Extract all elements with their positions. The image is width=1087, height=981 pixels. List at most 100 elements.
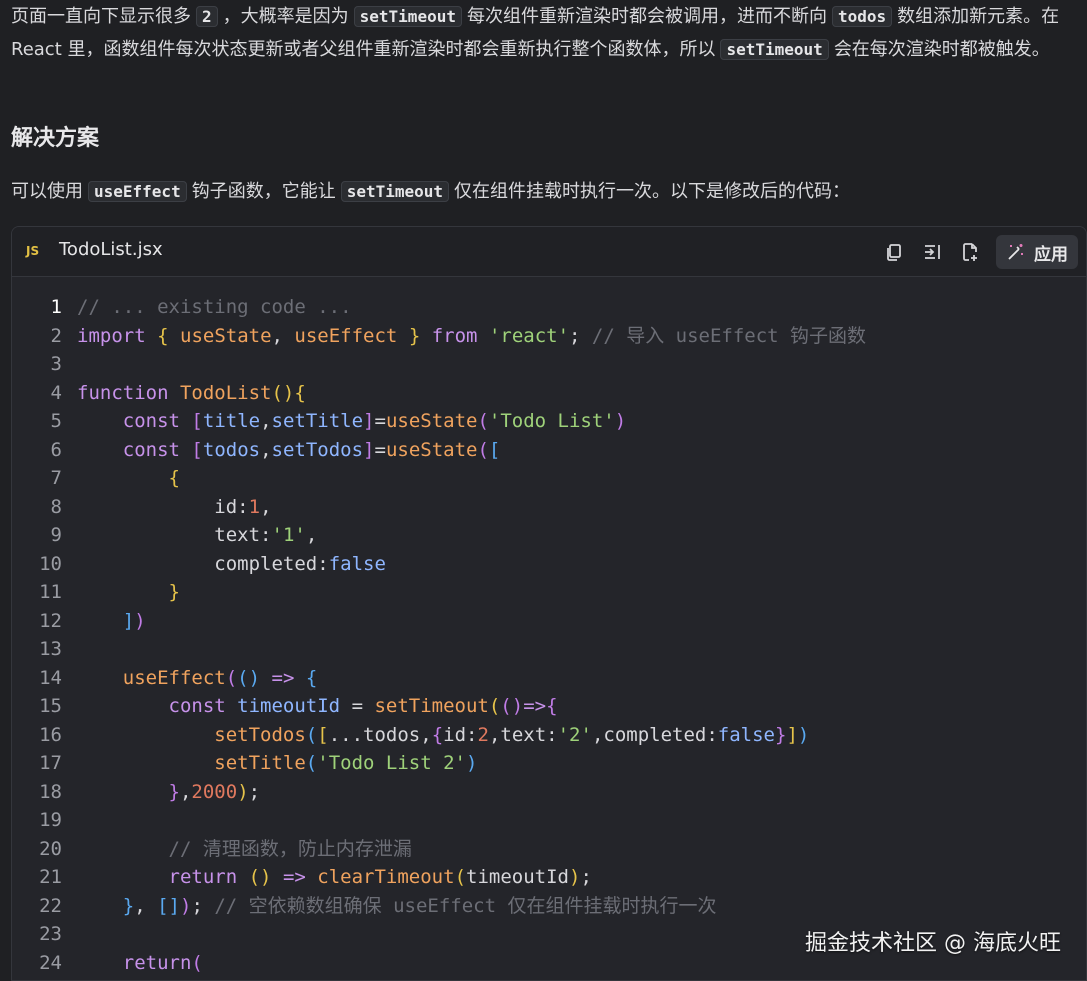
code-text: const [title,setTitle]=useState('Todo Li… [122, 410, 627, 432]
inline-code: todos [831, 6, 893, 27]
code-line: 14 useEffect(() => { [12, 664, 1086, 693]
code-line: 2 import { useState, useEffect } from 're… [12, 322, 1086, 351]
line-number: 17 [39, 752, 62, 774]
code-text: completed:false [214, 552, 386, 575]
line-number: 3 [50, 353, 62, 375]
code-line: 6 const [todos,setTodos]=useState([ [12, 436, 1086, 465]
intro-text: 每次组件重新渲染时都会被调用，进而不断向 [466, 6, 827, 27]
line-number: 4 [50, 381, 62, 404]
code-text: setTodos([...todos,{id:2,text:'2',comple… [214, 723, 810, 746]
line-number: 11 [39, 581, 62, 603]
code-line: 15 const timeoutId = setTimeout(()=>{ [12, 692, 1086, 721]
code-line: 13 [12, 635, 1086, 664]
code-line: 17 setTitle('Todo List 2') [12, 749, 1086, 778]
line-number: 5 [50, 410, 62, 432]
line-number: 9 [50, 524, 62, 546]
copy-button[interactable] [882, 240, 906, 264]
code-text: setTitle('Todo List 2') [214, 752, 478, 774]
line-number: 15 [39, 695, 62, 717]
js-language-icon: JS [26, 244, 40, 258]
new-file-button[interactable] [958, 240, 982, 264]
section-heading: 解决方案 [11, 126, 100, 151]
line-number: 19 [39, 809, 62, 831]
line-number: 1 [50, 296, 62, 318]
code-line: 4 function TodoList(){ [12, 379, 1086, 408]
code-line: 5 const [title,setTitle]=useState('Todo … [12, 407, 1086, 436]
code-text: import { useState, useEffect } from 'rea… [77, 324, 867, 347]
intro-paragraph: 页面一直向下显示很多 2 ，大概率是因为 setTimeout 每次组件重新渲染时都会被… [11, 0, 1077, 66]
code-line: 21 return () => clearTimeout(timeoutId); [12, 863, 1086, 892]
code-line: 20 // 清理函数，防止内存泄漏 [12, 835, 1086, 864]
code-line: 18 },2000); [12, 778, 1086, 807]
solution-text: 可以使用 [11, 181, 83, 202]
line-number: 23 [39, 923, 62, 945]
line-number: 24 [39, 951, 62, 974]
code-text: return () => clearTimeout(timeoutId); [168, 866, 592, 888]
new-file-icon [963, 243, 977, 261]
copy-icon [887, 244, 901, 261]
code-text: function TodoList(){ [77, 381, 306, 404]
line-number: 2 [50, 324, 62, 347]
code-text: { [168, 467, 180, 489]
code-text: const timeoutId = setTimeout(()=>{ [168, 695, 558, 717]
code-line: 7 { [12, 464, 1086, 493]
intro-text: ，大概率是因为 [222, 6, 349, 27]
line-number: 18 [39, 780, 62, 803]
code-block: JS TodoList.jsx 应用 1 // ... existing cod… [11, 226, 1087, 981]
watermark: 掘金技术社区 @ 海底火旺 [805, 931, 1061, 956]
code-text: return( [122, 951, 203, 974]
code-line: 22 }, []); // 空依赖数组确保 useEffect 仅在组件挂载时执… [12, 892, 1086, 921]
intro-text: 会在每次渲染时都被触发。 [833, 39, 1050, 60]
line-number: 13 [39, 638, 62, 660]
line-number: 16 [39, 723, 62, 746]
apply-label: 应用 [1034, 244, 1068, 265]
code-line: 19 [12, 806, 1086, 835]
code-text: } [168, 581, 180, 603]
code-line: 3 [12, 350, 1086, 379]
code-line: 1 // ... existing code ... [12, 293, 1086, 322]
code-text: const [todos,setTodos]=useState([ [122, 438, 501, 461]
code-line: 9 text:'1', [12, 521, 1086, 550]
inline-code: setTimeout [720, 39, 829, 60]
line-number: 6 [50, 438, 62, 461]
line-number: 22 [39, 894, 62, 917]
apply-button[interactable]: 应用 [996, 235, 1078, 269]
code-line: 8 id:1, [12, 493, 1086, 522]
intro-text: 页面一直向下显示很多 [11, 6, 191, 27]
solution-text: 钩子函数，它能让 [191, 181, 336, 202]
code-text: },2000); [168, 780, 261, 803]
line-number: 8 [50, 495, 62, 518]
code-toolbar: 应用 [882, 235, 1078, 269]
code-block-header: JS TodoList.jsx 应用 [12, 227, 1086, 277]
line-number: 12 [39, 609, 62, 632]
inline-code: setTimeout [340, 181, 450, 202]
line-number: 10 [39, 552, 62, 575]
magic-wand-icon [1008, 244, 1023, 260]
file-name: TodoList.jsx [59, 239, 163, 260]
inline-code: setTimeout [353, 6, 462, 27]
code-content: 1 // ... existing code ... 2 import { useS… [12, 293, 1086, 977]
code-line: 10 completed:false [12, 550, 1086, 579]
code-text: ]) [122, 609, 146, 632]
code-text: useEffect(() => { [122, 666, 318, 689]
line-number: 7 [50, 467, 62, 489]
inline-code: useEffect [88, 181, 187, 202]
line-number: 21 [39, 866, 62, 888]
insert-icon [925, 245, 940, 259]
code-text: // ... existing code ... [77, 296, 352, 318]
solution-paragraph: 可以使用 useEffect 钩子函数，它能让 setTimeout 仅在组件挂载时执行… [11, 175, 1077, 208]
code-text: // 清理函数，防止内存泄漏 [168, 837, 412, 860]
solution-text: 仅在组件挂载时执行一次。以下是修改后的代码： [454, 181, 851, 202]
code-line: 16 setTodos([...todos,{id:2,text:'2',com… [12, 721, 1086, 750]
code-line: 11 } [12, 578, 1086, 607]
insert-button[interactable] [920, 240, 944, 264]
line-number: 20 [39, 837, 62, 860]
code-text: id:1, [214, 495, 272, 518]
line-number: 14 [39, 666, 62, 689]
code-line: 12 ]) [12, 607, 1086, 636]
inline-code: 2 [196, 6, 218, 27]
